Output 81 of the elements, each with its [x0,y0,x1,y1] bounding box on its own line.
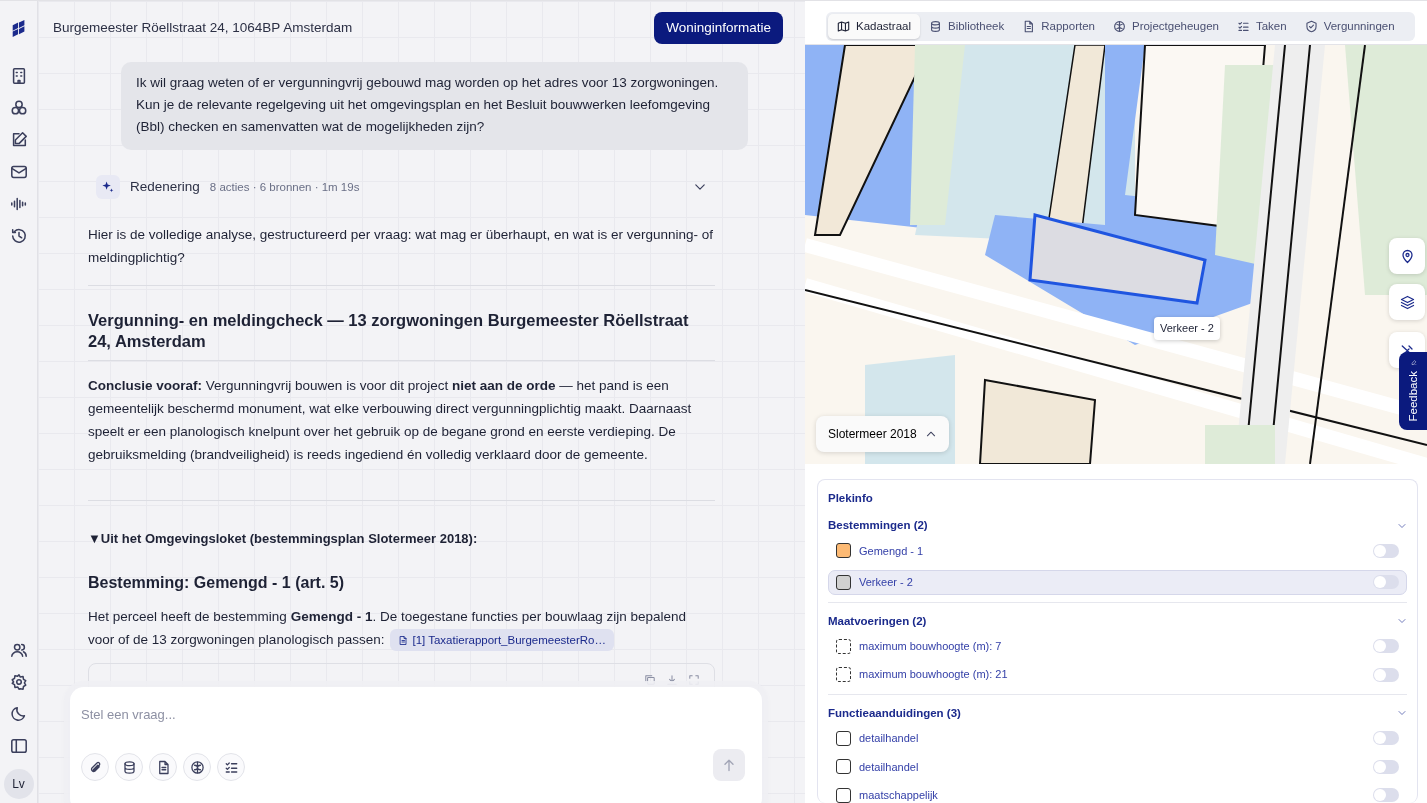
layer-label: detailhandel [859,759,919,775]
layer-label: Gemengd - 1 [859,543,924,559]
legend-swatch [836,667,851,682]
brain-button[interactable] [183,753,211,781]
checklist-button[interactable] [217,753,245,781]
sparkle-icon [101,180,115,195]
checklist-icon [223,759,239,775]
database-button[interactable] [115,753,143,781]
group-title: Maatvoeringen (2) [828,613,927,629]
location-button[interactable] [1389,238,1425,274]
panel-tab[interactable]: Taken [1227,14,1296,40]
layer-label: maximum bouwhoogte (m): 7 [859,638,1002,654]
layer-label: maximum bouwhoogte (m): 21 [859,667,1008,683]
document-button[interactable] [149,753,177,781]
settings-icon[interactable] [9,673,28,691]
intro-text: Hier is de volledige analyse, gestructureerd per vraag: wat mag er überhaupt, en wat is er vergunning- of meldingplichtig? [88,226,715,268]
layer-toggle[interactable] [1373,667,1399,682]
layer-row[interactable]: detailhandel [828,726,1407,751]
layer-label: maatschappelijk [859,788,938,803]
layer-toggle[interactable] [1373,575,1399,590]
layer-selector[interactable]: Slotermeer 2018 [816,416,949,452]
layer-label: detailhandel [859,731,919,746]
circles-icon[interactable] [9,99,28,117]
arrow-up-icon [721,757,737,773]
legend-swatch [836,787,851,803]
layer-toggle[interactable] [1373,639,1399,653]
layer-label: Verkeer - 2 [859,575,913,590]
panel-tab[interactable]: Vergunningen [1295,14,1404,40]
layer-toggle[interactable] [1373,731,1399,746]
details-summary[interactable]: ▼Uit het Omgevingsloket (bestemmingsplan Slotermeer 2018): [88,529,748,549]
paperclip-button[interactable] [81,753,109,781]
panel-title: Plekinfo [828,491,874,506]
panel-tab[interactable]: Bibliotheek [920,14,1014,40]
reasoning-meta: 8 acties · 6 bronnen · 1m 19s [209,179,360,195]
user-avatar[interactable]: Lv [3,769,34,799]
panel-tab[interactable]: Projectgeheugen [1103,14,1228,40]
layer-toggle[interactable] [1373,759,1399,774]
checklist-icon [1236,20,1250,34]
layer-row[interactable]: maximum bouwhoogte (m): 21 [828,662,1407,687]
layers-icon [1399,294,1415,310]
layer-row[interactable]: maatschappelijk [828,783,1407,803]
panel-tab[interactable]: Rapporten [1013,14,1104,40]
question-input[interactable]: Stel een vraag... [70,687,762,743]
database-icon [929,20,942,34]
layer-row[interactable]: Gemengd - 1 [828,538,1407,563]
woninginformatie-button[interactable]: Woninginformatie [654,12,783,45]
layer-row[interactable]: maximum bouwhoogte (m): 7 [828,633,1407,659]
sidebar-toggle-icon[interactable] [9,737,28,755]
database-icon [121,759,137,775]
layer-row[interactable]: detailhandel [828,754,1407,779]
map-icon [837,20,850,34]
group-title: Functieaanduidingen (3) [828,705,961,721]
audio-wave-icon[interactable] [9,195,28,213]
user-message: Ik wil graag weten of er vergunningvrij gebouwd mag worden op het adres voor 13 zorgwoningen. Kun je de relevante regelgeving uit het omgevingsplan en het Besluit bouwwerken leefomgeving (Bbl) checken en samenvatten wat de mogelijkheden zijn? [121,62,748,151]
users-icon[interactable] [9,641,28,659]
layer-row[interactable]: Verkeer - 2 [828,570,1407,595]
map-drawing[interactable] [805,45,1427,464]
map-tooltip: Verkeer - 2 [1154,317,1220,340]
conclusion-text: Conclusie vooraf: Vergunningvrij bouwen is voor dit project niet aan de orde — het pand is een gemeentelijk beschermd monument, wat elke verbouwing direct vergunningplichtig maakt. Daarnaast speelt er een planologisch knelpunt over het gebruik op de begane grond en eerste verdieping. De gebruiksmelding (brandveiligheid) is reeds ingediend én volledig verklaard door de gemeente. [88,377,693,465]
layer-toggle[interactable] [1373,543,1399,558]
response-heading: Vergunning- en meldingcheck — 13 zorgwoningen Burgemeester Röellstraat 24, Amsterdam [88,310,690,353]
moon-icon[interactable] [9,705,28,723]
address-title: Burgemeester Röellstraat 24, 1064BP Amsterdam [53,19,353,37]
legend-swatch [836,730,851,746]
document-icon[interactable] [398,635,409,647]
layers-button[interactable] [1389,284,1425,320]
group-title: Bestemmingen (2) [828,518,928,534]
location-pin-icon [1399,248,1415,264]
legend-swatch [836,638,851,654]
history-icon[interactable] [9,227,28,245]
document-icon [1022,20,1036,34]
reasoning-label: Redenering [130,178,200,197]
layer-toggle[interactable] [1373,788,1399,803]
shield-check-icon [1304,20,1318,34]
paragraph-text: Het perceel heeft de bestemming Gemengd - 1. De toegestane functies per bouwlaag zijn bepalend voor of de 13 zorgwoningen planologisch passen: [1] Taxatierapport_BurgemeesterRo… [88,604,715,651]
source-link[interactable]: [1] Taxatierapport_BurgemeesterRo… [390,628,614,651]
mail-icon[interactable] [9,163,28,181]
panel-tab[interactable]: Kadastraal [828,14,920,40]
section-heading: Bestemming: Gemengd - 1 (art. 5) [88,572,346,593]
legend-swatch [836,759,851,775]
feedback-tab[interactable]: Feedback [1399,352,1427,430]
